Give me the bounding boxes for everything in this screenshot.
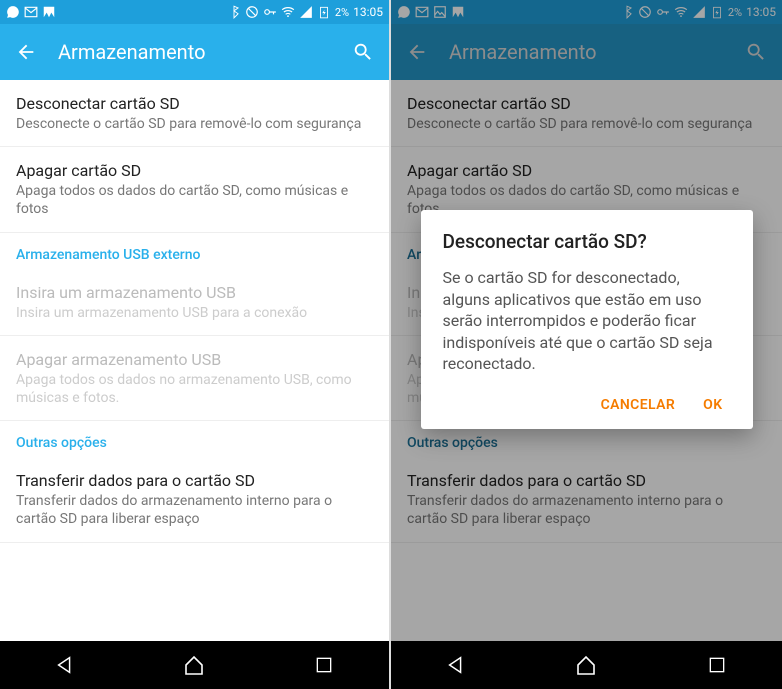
item-title: Apagar cartão SD bbox=[407, 161, 766, 180]
item-insert-usb: Insira um armazenamento USB Insira um ar… bbox=[0, 269, 389, 336]
dialog-message: Se o cartão SD for desconectado, alguns … bbox=[443, 267, 731, 375]
item-title: Apagar cartão SD bbox=[16, 161, 373, 180]
item-subtitle: Desconecte o cartão SD para removê-lo co… bbox=[407, 115, 766, 133]
cancel-button[interactable]: CANCELAR bbox=[601, 397, 676, 413]
m-icon bbox=[451, 5, 465, 19]
key-icon bbox=[656, 5, 670, 19]
item-title: Transferir dados para o cartão SD bbox=[407, 471, 766, 490]
settings-list[interactable]: Desconectar cartão SD Desconecte o cartã… bbox=[0, 80, 389, 641]
battery-charging-icon bbox=[710, 5, 724, 19]
item-title: Transferir dados para o cartão SD bbox=[16, 471, 373, 490]
item-subtitle: Transferir dados do armazenamento intern… bbox=[407, 492, 766, 528]
nav-home-button[interactable] bbox=[180, 651, 208, 679]
back-button[interactable] bbox=[14, 40, 38, 64]
item-transfer-sd[interactable]: Transferir dados para o cartão SD Transf… bbox=[0, 457, 389, 542]
section-other-options: Outras opções bbox=[0, 421, 389, 457]
item-subtitle: Desconecte o cartão SD para removê-lo co… bbox=[16, 115, 373, 133]
search-button[interactable] bbox=[351, 40, 375, 64]
signal-icon bbox=[299, 5, 313, 19]
battery-percent: 2% bbox=[335, 6, 349, 19]
wifi-icon bbox=[674, 5, 688, 19]
signal-icon bbox=[692, 5, 706, 19]
bluetooth-icon bbox=[227, 5, 241, 19]
search-button bbox=[744, 40, 768, 64]
status-bar: 2% 13:05 bbox=[391, 0, 782, 24]
nav-bar bbox=[0, 641, 389, 689]
status-left bbox=[6, 5, 56, 19]
m-icon bbox=[42, 5, 56, 19]
nav-back-button[interactable] bbox=[51, 651, 79, 679]
page-title: Armazenamento bbox=[449, 40, 744, 64]
item-erase-sd[interactable]: Apagar cartão SD Apaga todos os dados do… bbox=[0, 147, 389, 232]
status-right: 2% 13:05 bbox=[227, 5, 383, 19]
nav-recent-button[interactable] bbox=[703, 651, 731, 679]
item-title: Apagar armazenamento USB bbox=[16, 350, 373, 369]
nav-recent-button[interactable] bbox=[310, 651, 338, 679]
item-transfer-sd: Transferir dados para o cartão SD Transf… bbox=[391, 457, 782, 542]
item-disconnect-sd: Desconectar cartão SD Desconecte o cartã… bbox=[391, 80, 782, 147]
clock: 13:05 bbox=[353, 5, 383, 19]
dialog-title: Desconectar cartão SD? bbox=[443, 230, 731, 253]
item-subtitle: Apaga todos os dados do cartão SD, como … bbox=[16, 182, 373, 218]
section-usb-storage: Armazenamento USB externo bbox=[0, 233, 389, 269]
clock: 13:05 bbox=[746, 5, 776, 19]
no-symbol-icon bbox=[638, 5, 652, 19]
item-subtitle: Apaga todos os dados no armazenamento US… bbox=[16, 371, 373, 407]
item-title: Desconectar cartão SD bbox=[16, 94, 373, 113]
no-symbol-icon bbox=[245, 5, 259, 19]
page-title: Armazenamento bbox=[58, 40, 351, 64]
dialog-actions: CANCELAR OK bbox=[443, 397, 731, 419]
mail-icon bbox=[24, 5, 38, 19]
nav-bar bbox=[391, 641, 782, 689]
item-title: Insira um armazenamento USB bbox=[16, 283, 373, 302]
item-subtitle: Transferir dados do armazenamento intern… bbox=[16, 492, 373, 528]
whatsapp-icon bbox=[6, 5, 20, 19]
item-subtitle: Insira um armazenamento USB para a conex… bbox=[16, 304, 373, 322]
item-title: Desconectar cartão SD bbox=[407, 94, 766, 113]
confirm-dialog: Desconectar cartão SD? Se o cartão SD fo… bbox=[421, 210, 753, 429]
app-bar: Armazenamento bbox=[391, 24, 782, 80]
item-disconnect-sd[interactable]: Desconectar cartão SD Desconecte o cartã… bbox=[0, 80, 389, 147]
whatsapp-icon bbox=[397, 5, 411, 19]
phone-right: 2% 13:05 Armazenamento Desconectar cartã… bbox=[391, 0, 782, 689]
app-bar: Armazenamento bbox=[0, 24, 389, 80]
battery-percent: 2% bbox=[728, 6, 742, 19]
image-icon bbox=[433, 5, 447, 19]
ok-button[interactable]: OK bbox=[703, 397, 722, 413]
wifi-icon bbox=[281, 5, 295, 19]
status-left bbox=[397, 5, 465, 19]
mail-icon bbox=[415, 5, 429, 19]
status-bar: 2% 13:05 bbox=[0, 0, 389, 24]
phone-left: 2% 13:05 Armazenamento Desconectar cartã… bbox=[0, 0, 391, 689]
nav-home-button[interactable] bbox=[572, 651, 600, 679]
item-erase-usb: Apagar armazenamento USB Apaga todos os … bbox=[0, 336, 389, 421]
key-icon bbox=[263, 5, 277, 19]
battery-charging-icon bbox=[317, 5, 331, 19]
back-button bbox=[405, 40, 429, 64]
status-right: 2% 13:05 bbox=[620, 5, 776, 19]
bluetooth-icon bbox=[620, 5, 634, 19]
nav-back-button[interactable] bbox=[442, 651, 470, 679]
